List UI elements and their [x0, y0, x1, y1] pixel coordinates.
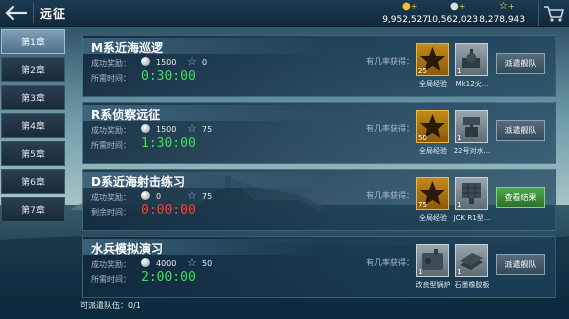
mission-time: 1:30:00 — [141, 136, 196, 151]
silver-coin-icon — [141, 57, 150, 66]
reward-count: 1 — [457, 201, 462, 209]
time-label: 所需时间： — [91, 275, 131, 284]
tab-chapter-1[interactable]: 第1章 — [1, 29, 65, 54]
silver-coin-icon: ●+ — [450, 1, 466, 12]
tab-chapter-3[interactable]: 第3章 — [1, 85, 65, 110]
gold-value: 9,952,527 — [382, 15, 428, 25]
time-label: 所需时间： — [91, 141, 131, 150]
title-divider — [33, 3, 34, 23]
tab-chapter-6[interactable]: 第6章 — [1, 169, 65, 194]
reward-label: 成功奖励： — [91, 59, 131, 68]
star-reward: 75 — [202, 125, 213, 134]
available-fleets: 可派遣队伍：0/1 — [80, 300, 141, 311]
reward-item: 1 — [455, 244, 488, 277]
mission-time: 0:30:00 — [141, 69, 196, 84]
reward-count: 25 — [418, 67, 427, 75]
dispatch-fleet-button[interactable]: 派遣舰队 — [496, 120, 545, 141]
dispatch-fleet-button[interactable]: 派遣舰队 — [496, 254, 545, 275]
coin-reward: 1500 — [156, 58, 177, 67]
coin-reward: 4000 — [156, 259, 177, 268]
reward-name: JCK R1型... — [453, 214, 491, 222]
gold-coin-icon: ●+ — [402, 1, 418, 12]
tab-chapter-5[interactable]: 第5章 — [1, 141, 65, 166]
mission-card[interactable]: R系侦察远征 成功奖励： 1500 ☆ 75 所需时间： 1:30:00 有几率… — [82, 102, 556, 164]
shop-button[interactable] — [538, 1, 568, 26]
reward-count: 1 — [418, 268, 423, 276]
silver-coin-icon — [141, 124, 150, 133]
reward-name: 全局经验 — [419, 80, 447, 88]
reward-count: 75 — [418, 201, 427, 209]
star-icon: ☆ — [187, 256, 197, 269]
reward-name: Mk12火... — [455, 80, 489, 88]
reward-item: 25 — [416, 43, 449, 76]
star-reward: 75 — [202, 192, 213, 201]
top-bar: 远征 ●+ 9,952,527 ●+ 10,562,023 ☆+ 8,278,9… — [0, 0, 569, 27]
coin-reward: 1500 — [156, 125, 177, 134]
reward-item: 50 — [416, 110, 449, 143]
reward-label: 成功奖励： — [91, 260, 131, 269]
back-arrow-icon — [5, 6, 27, 20]
silver-coin-icon — [141, 258, 150, 267]
time-label: 所需时间： — [91, 74, 131, 83]
gold-resource: ●+ 9,952,527 — [382, 1, 428, 27]
chance-label: 有几率获得： — [366, 258, 414, 267]
reward-label: 成功奖励： — [91, 193, 131, 202]
star-reward: 50 — [202, 259, 213, 268]
dispatch-fleet-button[interactable]: 派遣舰队 — [496, 53, 545, 74]
reward-count: 1 — [457, 67, 462, 75]
silver-resource: ●+ 10,562,023 — [426, 1, 478, 27]
star-value: 8,278,943 — [479, 15, 525, 25]
back-button[interactable] — [3, 3, 29, 23]
reward-count: 1 — [457, 268, 462, 276]
tab-chapter-4[interactable]: 第4章 — [1, 113, 65, 138]
mission-title: M系近海巡逻 — [91, 41, 163, 55]
available-fleets-value: 0/1 — [128, 301, 141, 310]
silver-coin-icon — [141, 191, 150, 200]
reward-item: 1 — [455, 177, 488, 210]
reward-name: 22号对水... — [453, 147, 491, 155]
shopping-cart-icon — [543, 5, 564, 22]
mission-card[interactable]: M系近海巡逻 成功奖励： 1500 ☆ 0 所需时间： 0:30:00 有几率获… — [82, 35, 556, 97]
reward-label: 成功奖励： — [91, 126, 131, 135]
mission-card[interactable]: D系近海射击练习 成功奖励： 0 ☆ 75 剩余时间： 0:00:00 有几率获… — [82, 169, 556, 231]
star-resource: ☆+ 8,278,943 — [479, 1, 525, 27]
reward-name: 全局经验 — [419, 214, 447, 222]
coin-reward: 0 — [156, 192, 162, 201]
mission-list: M系近海巡逻 成功奖励： 1500 ☆ 0 所需时间： 0:30:00 有几率获… — [82, 35, 556, 303]
reward-item: 75 — [416, 177, 449, 210]
reward-item: 1 — [455, 110, 488, 143]
star-icon: ☆ — [187, 189, 197, 202]
reward-item: 1 — [455, 43, 488, 76]
tab-chapter-7[interactable]: 第7章 — [1, 197, 65, 222]
star-icon: ☆ — [187, 55, 197, 68]
star-icon: ☆ — [187, 122, 197, 135]
reward-count: 50 — [418, 134, 427, 142]
available-fleets-label: 可派遣队伍： — [80, 301, 128, 310]
reward-count: 1 — [457, 134, 462, 142]
reward-name: 石墨橡胶板 — [454, 281, 490, 289]
chance-label: 有几率获得： — [366, 191, 414, 200]
mission-time: 0:00:00 — [141, 203, 196, 218]
reward-item: 1 — [416, 244, 449, 277]
mission-title: R系侦察远征 — [91, 108, 161, 122]
mission-time: 2:00:00 — [141, 270, 196, 285]
star-icon: ☆+ — [499, 1, 515, 12]
star-reward: 0 — [202, 58, 208, 67]
page-title: 远征 — [40, 7, 67, 21]
mission-title: D系近海射击练习 — [91, 175, 185, 189]
reward-name: 改良型锅炉 — [415, 281, 451, 289]
silver-value: 10,562,023 — [426, 15, 478, 25]
chapter-sidebar: 第1章 第2章 第3章 第4章 第5章 第6章 第7章 — [0, 29, 66, 225]
mission-title: 水兵模拟演习 — [91, 242, 164, 256]
chance-label: 有几率获得： — [366, 57, 414, 66]
chance-label: 有几率获得： — [366, 124, 414, 133]
mission-card[interactable]: 水兵模拟演习 成功奖励： 4000 ☆ 50 所需时间： 2:00:00 有几率… — [82, 236, 556, 298]
reward-name: 全局经验 — [419, 147, 447, 155]
tab-chapter-2[interactable]: 第2章 — [1, 57, 65, 82]
time-label: 剩余时间： — [91, 208, 131, 217]
view-result-button[interactable]: 查看结果 — [496, 187, 545, 208]
